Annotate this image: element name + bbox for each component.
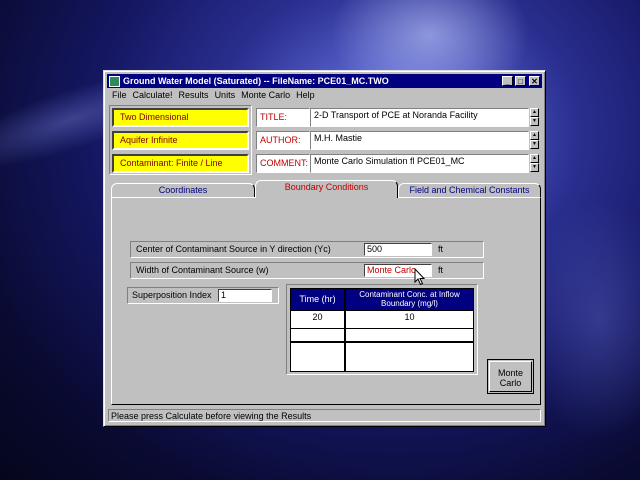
comment-label: COMMENT:	[256, 154, 310, 173]
table-cell[interactable]: 10	[346, 311, 473, 323]
superposition-label: Superposition Index	[132, 290, 212, 300]
title-label: TITLE:	[256, 108, 310, 127]
table-rule	[291, 328, 473, 329]
app-icon	[109, 75, 120, 87]
tab-coordinates[interactable]: Coordinates	[111, 183, 255, 197]
center-source-input[interactable]: 500	[364, 243, 432, 256]
title-field[interactable]: 2-D Transport of PCE at Noranda Facility	[310, 108, 529, 127]
menu-monte-carlo[interactable]: Monte Carlo	[238, 89, 293, 102]
title-spinner[interactable]: ▲ ▼	[530, 108, 539, 127]
table-cell[interactable]: 20	[291, 311, 344, 323]
inflow-table-frame: Time (hr) Contaminant Conc. at Inflow Bo…	[286, 284, 478, 375]
menu-units[interactable]: Units	[212, 89, 239, 102]
comment-field[interactable]: Monte Carlo Simulation fl PCE01_MC	[310, 154, 529, 173]
monte-carlo-button[interactable]: Monte Carlo	[489, 361, 532, 392]
contaminant-button[interactable]: Contaminant: Finite / Line	[112, 154, 249, 173]
spin-up-icon[interactable]: ▲	[530, 154, 539, 163]
table-header-time: Time (hr)	[299, 294, 336, 304]
center-source-row: Center of Contaminant Source in Y direct…	[130, 241, 484, 258]
width-source-label: Width of Contaminant Source (w)	[136, 265, 269, 275]
spin-up-icon[interactable]: ▲	[530, 131, 539, 140]
menu-file[interactable]: File	[109, 89, 130, 102]
dimension-button[interactable]: Two Dimensional	[112, 108, 249, 127]
monte-carlo-button-frame: Monte Carlo	[487, 359, 534, 394]
superposition-input[interactable]: 1	[218, 289, 272, 302]
menu-results[interactable]: Results	[176, 89, 212, 102]
table-header-conc: Contaminant Conc. at Inflow Boundary (mg…	[359, 290, 460, 308]
cursor-pointer-icon	[414, 268, 426, 286]
tab-boundary-conditions[interactable]: Boundary Conditions	[255, 180, 398, 198]
author-spinner[interactable]: ▲ ▼	[530, 131, 539, 150]
menu-bar: File Calculate! Results Units Monte Carl…	[109, 89, 318, 102]
table-rule	[291, 341, 473, 343]
maximize-button[interactable]: □	[515, 76, 526, 86]
spin-down-icon[interactable]: ▼	[530, 117, 539, 126]
close-button[interactable]: ✕	[529, 76, 540, 86]
window-title: Ground Water Model (Saturated) -- FileNa…	[123, 76, 389, 86]
inflow-table: Time (hr) Contaminant Conc. at Inflow Bo…	[290, 288, 474, 372]
center-source-unit: ft	[438, 244, 444, 254]
author-field[interactable]: M.H. Mastie	[310, 131, 529, 150]
table-header: Time (hr) Contaminant Conc. at Inflow Bo…	[291, 289, 473, 310]
menu-help[interactable]: Help	[293, 89, 318, 102]
comment-spinner[interactable]: ▲ ▼	[530, 154, 539, 173]
table-col-divider	[344, 289, 346, 371]
tab-field-chemical-constants[interactable]: Field and Chemical Constants	[398, 183, 541, 197]
spin-down-icon[interactable]: ▼	[530, 163, 539, 172]
superposition-row: Superposition Index 1	[127, 287, 279, 304]
minimize-button[interactable]: _	[502, 76, 513, 86]
status-bar: Please press Calculate before viewing th…	[108, 409, 541, 422]
main-window: Ground Water Model (Saturated) -- FileNa…	[103, 70, 546, 427]
width-source-unit: ft	[438, 265, 444, 275]
spin-up-icon[interactable]: ▲	[530, 108, 539, 117]
menu-calculate[interactable]: Calculate!	[130, 89, 176, 102]
width-source-row: Width of Contaminant Source (w) Monte Ca…	[130, 262, 484, 279]
spin-down-icon[interactable]: ▼	[530, 140, 539, 149]
aquifer-button[interactable]: Aquifer Infinite	[112, 131, 249, 150]
title-bar: Ground Water Model (Saturated) -- FileNa…	[107, 74, 542, 88]
author-label: AUTHOR:	[256, 131, 310, 150]
center-source-label: Center of Contaminant Source in Y direct…	[136, 244, 331, 254]
boundary-conditions-panel: Center of Contaminant Source in Y direct…	[111, 197, 541, 405]
